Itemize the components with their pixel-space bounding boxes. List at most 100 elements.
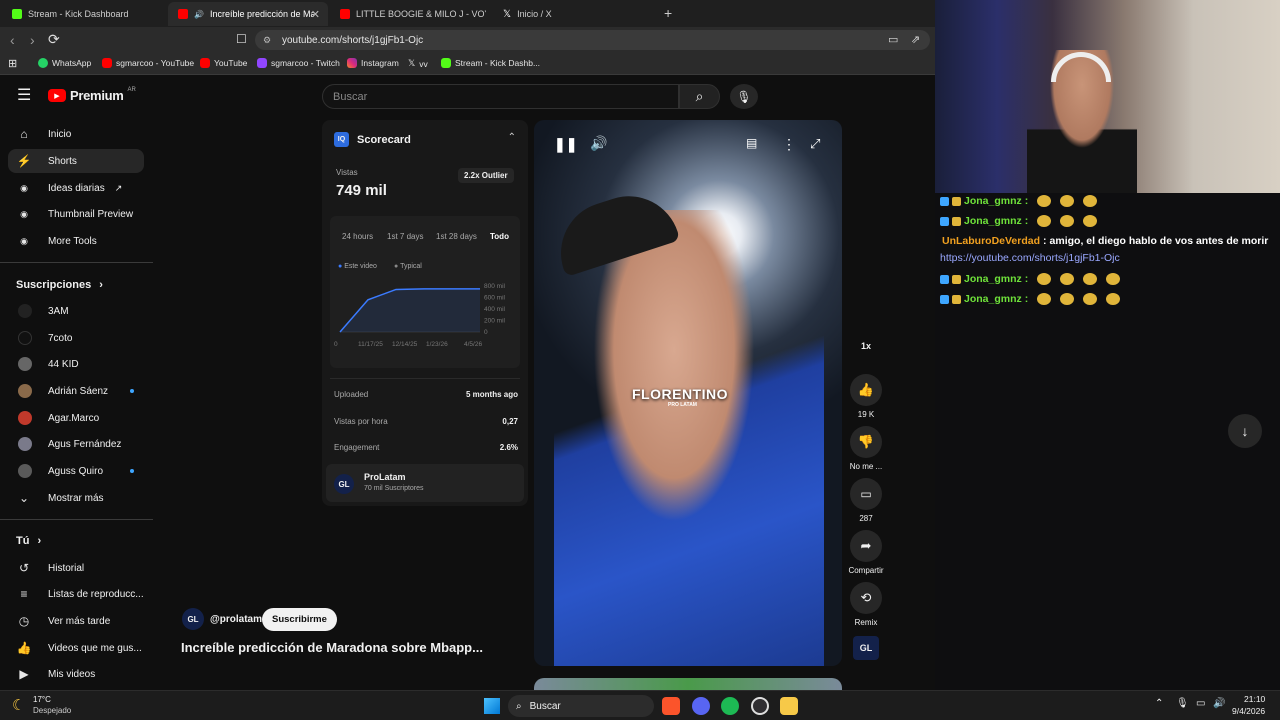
sidebar-item-liked-videos[interactable]: 👍 Videos que me gus... bbox=[8, 636, 144, 660]
share-button[interactable]: ➦ bbox=[850, 530, 882, 562]
range-24h[interactable]: 24 hours bbox=[342, 232, 373, 241]
sidebar-channel[interactable]: 44 KID bbox=[8, 352, 144, 376]
bookmark-star-icon[interactable]: ☐ bbox=[236, 32, 247, 46]
remix-button[interactable]: ⟲ bbox=[850, 582, 882, 614]
emoji-icon bbox=[1060, 215, 1075, 227]
sidebar-item-thumbnail-preview[interactable]: ◉ Thumbnail Preview bbox=[8, 202, 144, 226]
tab-x[interactable]: 𝕏 Inicio / X bbox=[493, 2, 653, 26]
back-icon[interactable]: ‹ bbox=[10, 32, 15, 48]
badge-icon bbox=[940, 196, 949, 206]
channel-label: 7coto bbox=[48, 332, 73, 344]
stat-uploaded: Uploaded 5 months ago bbox=[334, 390, 518, 399]
url-field[interactable]: ⚙ youtube.com/shorts/j1gjFb1-Ojc bbox=[255, 30, 930, 50]
brave-browser-icon[interactable] bbox=[662, 697, 680, 715]
bookmark-whatsapp[interactable]: WhatsApp bbox=[38, 58, 91, 68]
bookmark-instagram[interactable]: Instagram bbox=[347, 58, 399, 68]
tray-chevron-icon[interactable]: ⌃ bbox=[1155, 698, 1163, 709]
start-windows-icon[interactable] bbox=[484, 698, 500, 714]
sidebar-channel[interactable]: Aguss Quiro bbox=[8, 459, 144, 483]
sidebar-channel[interactable]: Agus Fernández bbox=[8, 432, 144, 456]
discord-icon[interactable] bbox=[692, 697, 710, 715]
sidebar-item-inicio[interactable]: ⌂ Inicio bbox=[8, 122, 144, 146]
weather-desc[interactable]: Despejado bbox=[33, 706, 71, 715]
scorecard-header[interactable]: IQ Scorecard bbox=[334, 132, 411, 147]
channel-avatar[interactable]: GL bbox=[182, 608, 204, 630]
tab-youtube-music[interactable]: LITTLE BOOGIE & MILO J - VOY A DI bbox=[330, 2, 490, 26]
clock-time[interactable]: 21:10 bbox=[1244, 694, 1265, 704]
sidebar-item-shorts[interactable]: ⚡ Shorts bbox=[8, 149, 144, 173]
show-more-button[interactable]: ⌄ Mostrar más bbox=[8, 486, 144, 510]
chat-link[interactable]: https://youtube.com/shorts/j1gjFb1-Ojc bbox=[940, 252, 1120, 264]
fullscreen-icon[interactable]: ⤢ bbox=[810, 136, 820, 152]
pause-icon[interactable]: ❚❚ bbox=[554, 136, 577, 153]
scorecard-title: Scorecard bbox=[357, 133, 411, 146]
captions-icon[interactable]: ▤ bbox=[746, 136, 757, 150]
cast-icon[interactable]: ▭ bbox=[888, 33, 898, 46]
sidebar-item-ideas-diarias[interactable]: ◉ Ideas diarias ↗ bbox=[8, 176, 144, 200]
next-short-button[interactable]: ↓ bbox=[1228, 414, 1262, 448]
close-tab-icon[interactable]: ✕ bbox=[311, 8, 320, 21]
speed-label[interactable]: 1x bbox=[840, 341, 892, 351]
microphone-tray-icon[interactable]: 🎙 bbox=[1176, 698, 1189, 709]
share-icon[interactable]: ⇗ bbox=[911, 33, 920, 46]
short-title[interactable]: Increíble predicción de Maradona sobre M… bbox=[181, 640, 483, 655]
subscriptions-heading[interactable]: Suscripciones › bbox=[16, 279, 103, 291]
youtube-logo[interactable]: ▶ Premium AR bbox=[48, 87, 136, 103]
sidebar-channel[interactable]: Adrián Sáenz bbox=[8, 379, 144, 403]
channel-card[interactable] bbox=[326, 464, 524, 502]
hamburger-menu-icon[interactable]: ☰ bbox=[17, 85, 31, 105]
bookmark-youtube[interactable]: YouTube bbox=[200, 58, 247, 68]
subscribe-button[interactable]: Suscribirme bbox=[262, 608, 337, 631]
bookmark-sgmarcoo-youtube[interactable]: sgmarcoo - YouTube bbox=[102, 58, 194, 68]
collapse-chevron-icon[interactable]: ⌃ bbox=[508, 132, 516, 143]
x-favicon-icon: 𝕏 bbox=[503, 8, 512, 20]
site-info-icon[interactable]: ⚙ bbox=[263, 35, 271, 46]
clock-date[interactable]: 9/4/2026 bbox=[1232, 706, 1265, 716]
dislike-button[interactable]: 👎 bbox=[850, 426, 882, 458]
bookmark-kick-dashboard[interactable]: Stream - Kick Dashb... bbox=[441, 58, 540, 68]
spotify-icon[interactable] bbox=[721, 697, 739, 715]
tab-kick-dashboard[interactable]: Stream - Kick Dashboard bbox=[2, 2, 167, 26]
comments-button[interactable]: ▭ bbox=[850, 478, 882, 510]
next-short-preview[interactable] bbox=[534, 678, 842, 690]
channel-handle[interactable]: @prolatam bbox=[210, 614, 262, 625]
sidebar-item-playlists[interactable]: ≡ Listas de reproducc... bbox=[8, 582, 144, 606]
volume-icon[interactable]: 🔊 bbox=[590, 135, 607, 152]
bookmark-sgmarcoo-twitch[interactable]: sgmarcoo - Twitch bbox=[257, 58, 340, 68]
kick-icon bbox=[441, 58, 451, 68]
search-input[interactable]: Buscar bbox=[322, 84, 679, 109]
weather-temp[interactable]: 17°C bbox=[33, 695, 51, 704]
volume-tray-icon[interactable]: 🔊 bbox=[1213, 698, 1225, 709]
sidebar-channel[interactable]: 7coto bbox=[8, 326, 144, 350]
you-heading[interactable]: Tú › bbox=[16, 535, 41, 547]
sidebar-item-watch-later[interactable]: ◷ Ver más tarde bbox=[8, 609, 144, 633]
bookmark-vv[interactable]: 𝕏vv bbox=[408, 58, 428, 69]
short-video-player[interactable]: ❚❚ 🔊 ▤ ⋮ ⤢ FLORENTINO PRO LATAM bbox=[534, 120, 842, 666]
file-explorer-icon[interactable] bbox=[780, 697, 798, 715]
network-icon[interactable]: ▭ bbox=[1196, 698, 1205, 709]
sidebar-channel[interactable]: 3AM bbox=[8, 299, 144, 323]
like-button[interactable]: 👍 bbox=[850, 374, 882, 406]
tab-youtube-short[interactable]: 🔊 Increíble predicción de Marad ✕ bbox=[168, 2, 328, 26]
sidebar-channel[interactable]: Agar.Marco bbox=[8, 406, 144, 430]
stat-value: 5 months ago bbox=[465, 390, 518, 399]
more-options-icon[interactable]: ⋮ bbox=[782, 136, 796, 153]
new-tab-button[interactable]: + bbox=[664, 5, 672, 21]
range-all[interactable]: Todo bbox=[490, 232, 509, 241]
sidebar-item-historial[interactable]: ↺ Historial bbox=[8, 556, 144, 580]
obs-icon[interactable] bbox=[751, 697, 769, 715]
emoji-icon bbox=[1037, 293, 1052, 305]
sidebar-item-my-videos[interactable]: ▶ Mis videos bbox=[8, 662, 144, 686]
range-28d[interactable]: 1st 28 days bbox=[436, 232, 477, 241]
channel-avatar bbox=[18, 304, 32, 318]
reload-icon[interactable]: ⟳ bbox=[48, 31, 60, 48]
forward-icon[interactable]: › bbox=[30, 32, 35, 48]
tab-label: LITTLE BOOGIE & MILO J - VOY A DI bbox=[356, 9, 486, 19]
sidebar-item-more-tools[interactable]: ◉ More Tools bbox=[8, 229, 144, 253]
apps-grid-icon[interactable]: ⊞ bbox=[8, 57, 17, 70]
channel-thumbnail[interactable]: GL bbox=[853, 636, 879, 660]
taskbar-search[interactable]: ⌕ Buscar bbox=[508, 695, 654, 717]
search-button[interactable]: ⌕ bbox=[679, 84, 720, 109]
voice-search-button[interactable]: 🎙 bbox=[730, 84, 758, 109]
range-7d[interactable]: 1st 7 days bbox=[387, 232, 423, 241]
